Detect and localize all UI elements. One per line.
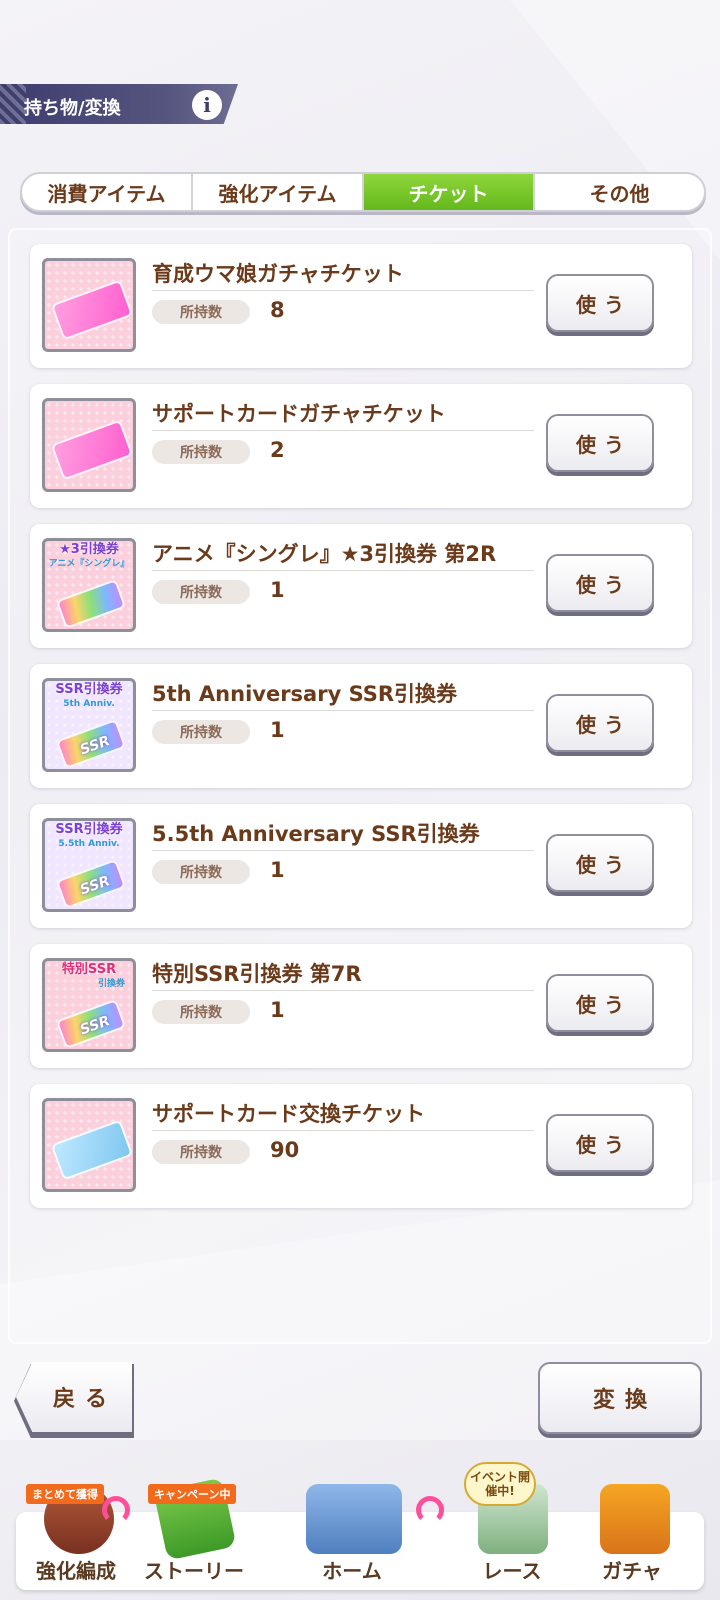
pink-ticket-icon [42,258,136,352]
divider [152,850,534,851]
nav-label: ガチャ [602,1559,662,1583]
item-name: 特別SSR引換券 第7R [152,962,362,986]
item-name: サポートカードガチャチケット [152,402,446,426]
gacha-door-icon [600,1484,670,1554]
pink-ticket-icon [42,398,136,492]
nav-item-home[interactable]: ホーム [266,1484,444,1590]
list-item: サポートカードガチャチケット 所持数 2 使う [30,384,692,508]
tab-tickets[interactable]: チケット [364,174,535,210]
list-item: SSR引換券 5.5th Anniv. SSR 5.5th Anniversar… [30,804,692,928]
owned-label: 所持数 [152,440,250,464]
nav-item-enhance[interactable]: まとめて獲得 強化編成 [16,1484,136,1590]
ssr-exchange-ticket-icon: SSR引換券 5th Anniv. SSR [42,678,136,772]
divider [152,990,534,991]
divider [152,710,534,711]
owned-label: 所持数 [152,860,250,884]
owned-label: 所持数 [152,300,250,324]
owned-count: 8 [270,298,285,322]
list-item: 育成ウマ娘ガチャチケット 所持数 8 使う [30,244,692,368]
use-button[interactable]: 使う [546,414,654,472]
tab-enhancement[interactable]: 強化アイテム [193,174,364,210]
background-facet [510,0,720,260]
category-tabs: 消費アイテム 強化アイテム チケット その他 [20,172,706,212]
status-badge: まとめて獲得 [26,1484,104,1504]
owned-count: 1 [270,718,285,742]
owned-count: 90 [270,1138,300,1162]
tab-other[interactable]: その他 [535,174,704,210]
owned-label: 所持数 [152,1140,250,1164]
owned-label: 所持数 [152,580,250,604]
nav-label: レース [482,1559,542,1583]
bottom-nav: まとめて獲得 強化編成 キャンペーン中 ストーリー ホーム レース イベント開催… [16,1462,704,1590]
anime-exchange-ticket-icon: ★3引換券 アニメ『シングレ』 [42,538,136,632]
page-title: 持ち物/変換 [24,98,121,119]
owned-count: 2 [270,438,285,462]
horseshoe-icon [102,1496,130,1524]
owned-count: 1 [270,858,285,882]
nav-label: ストーリー [144,1559,244,1583]
nav-label: 強化編成 [36,1559,116,1583]
nav-item-story[interactable]: キャンペーン中 ストーリー [134,1477,254,1590]
owned-count: 1 [270,578,285,602]
item-name: 5th Anniversary SSR引換券 [152,682,458,706]
ssr-exchange-ticket-icon: SSR引換券 5.5th Anniv. SSR [42,818,136,912]
nav-item-gacha[interactable]: ガチャ [572,1484,692,1590]
item-name: アニメ『シングレ』★3引換券 第2R [152,542,497,566]
blue-ticket-icon [42,1098,136,1192]
nav-label: ホーム [322,1559,382,1583]
divider [152,290,534,291]
divider [152,430,534,431]
list-item: 特別SSR 引換券 SSR 特別SSR引換券 第7R 所持数 1 使う [30,944,692,1068]
owned-label: 所持数 [152,720,250,744]
owned-count: 1 [270,998,285,1022]
item-name: 育成ウマ娘ガチャチケット [152,262,404,286]
use-button[interactable]: 使う [546,694,654,752]
special-ssr-ticket-icon: 特別SSR 引換券 SSR [42,958,136,1052]
event-badge: イベント開催中! [464,1462,536,1506]
home-building-icon [306,1484,402,1554]
use-button[interactable]: 使う [546,974,654,1032]
owned-label: 所持数 [152,1000,250,1024]
list-item: SSR引換券 5th Anniv. SSR 5th Anniversary SS… [30,664,692,788]
divider [152,570,534,571]
list-item: ★3引換券 アニメ『シングレ』 アニメ『シングレ』★3引換券 第2R 所持数 1… [30,524,692,648]
use-button[interactable]: 使う [546,834,654,892]
nav-item-race[interactable]: レース [452,1484,572,1590]
use-button[interactable]: 使う [546,274,654,332]
horseshoe-icon [416,1496,444,1524]
use-button[interactable]: 使う [546,554,654,612]
convert-button[interactable]: 変換 [538,1362,702,1434]
use-button[interactable]: 使う [546,1114,654,1172]
back-button[interactable]: 戻る [16,1362,132,1432]
status-badge: キャンペーン中 [148,1484,237,1504]
item-name: 5.5th Anniversary SSR引換券 [152,822,480,846]
list-item: サポートカード交換チケット 所持数 90 使う [30,1084,692,1208]
tab-consumables[interactable]: 消費アイテム [22,174,193,210]
item-name: サポートカード交換チケット [152,1102,425,1126]
divider [152,1130,534,1131]
info-icon[interactable]: i [192,90,222,120]
